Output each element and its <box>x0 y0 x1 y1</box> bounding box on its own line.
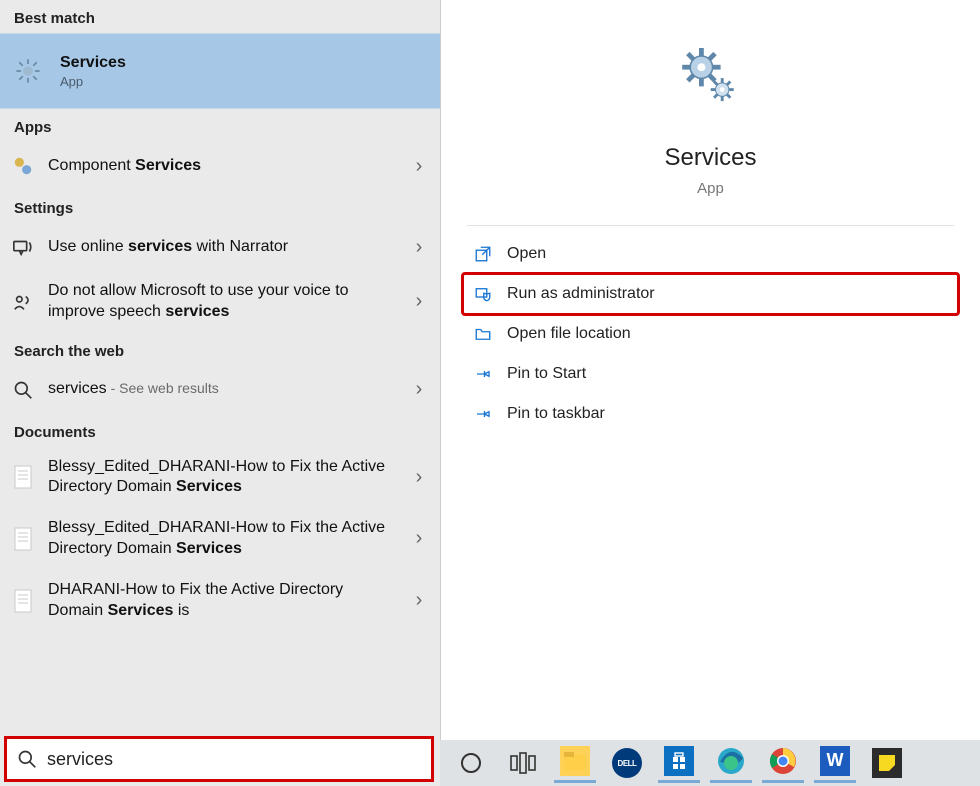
web-search-item[interactable]: services - See web results › <box>0 366 440 414</box>
best-match-item[interactable]: Services App <box>0 33 440 109</box>
folder-icon <box>473 324 493 344</box>
document-icon <box>10 588 36 614</box>
divider <box>467 225 954 226</box>
web-search-label: services - See web results <box>48 379 398 400</box>
pin-start-icon <box>473 364 493 384</box>
taskbar-ms-store[interactable] <box>658 743 700 783</box>
chevron-right-icon: › <box>410 527 428 550</box>
setting-speech-services[interactable]: Do not allow Microsoft to use your voice… <box>0 271 440 333</box>
taskbar-edge[interactable] <box>710 743 752 783</box>
web-header: Search the web <box>0 333 440 366</box>
best-match-sub: App <box>60 74 126 89</box>
taskbar-file-explorer[interactable] <box>554 743 596 783</box>
document-result[interactable]: Blessy_Edited_DHARANI-How to Fix the Act… <box>0 508 440 570</box>
action-admin[interactable]: Run as administrator <box>463 274 958 314</box>
apps-header: Apps <box>0 109 440 142</box>
services-icon <box>14 57 42 85</box>
taskbar-sticky-notes[interactable] <box>866 743 908 783</box>
app-result-component-services[interactable]: Component Services › <box>0 142 440 190</box>
speech-privacy-icon <box>10 289 36 315</box>
services-large-icon <box>671 40 751 120</box>
taskbar: DELL W <box>440 740 980 786</box>
chevron-right-icon: › <box>410 155 428 178</box>
search-icon <box>17 749 37 769</box>
document-icon <box>10 526 36 552</box>
document-label: DHARANI-How to Fix the Active Directory … <box>48 580 398 622</box>
best-match-text: Services App <box>60 54 126 89</box>
taskbar-word[interactable]: W <box>814 743 856 783</box>
action-open[interactable]: Open <box>463 234 958 274</box>
settings-header: Settings <box>0 190 440 223</box>
taskbar-dell[interactable]: DELL <box>606 743 648 783</box>
action-label: Run as administrator <box>507 285 655 303</box>
action-label: Pin to Start <box>507 365 586 383</box>
document-label: Blessy_Edited_DHARANI-How to Fix the Act… <box>48 457 398 499</box>
document-result[interactable]: DHARANI-How to Fix the Active Directory … <box>0 570 440 632</box>
preview-panel: Services App Open Run as administrator Ope… <box>440 0 980 740</box>
chevron-right-icon: › <box>410 290 428 313</box>
document-result[interactable]: Blessy_Edited_DHARANI-How to Fix the Act… <box>0 447 440 509</box>
results-area: Best match Services App Apps Component S… <box>0 0 440 786</box>
document-icon <box>10 464 36 490</box>
chevron-right-icon: › <box>410 589 428 612</box>
search-icon <box>10 377 36 403</box>
preview-title: Services <box>441 144 980 172</box>
action-folder[interactable]: Open file location <box>463 314 958 354</box>
app-result-label: Component Services <box>48 156 398 177</box>
taskbar-cortana[interactable] <box>450 743 492 783</box>
action-label: Pin to taskbar <box>507 405 605 423</box>
setting-label: Do not allow Microsoft to use your voice… <box>48 281 398 323</box>
action-pin-tb[interactable]: Pin to taskbar <box>463 394 958 434</box>
setting-label: Use online services with Narrator <box>48 237 398 258</box>
action-pin-start[interactable]: Pin to Start <box>463 354 958 394</box>
chevron-right-icon: › <box>410 466 428 489</box>
taskbar-chrome[interactable] <box>762 743 804 783</box>
best-match-header: Best match <box>0 0 440 33</box>
search-input[interactable] <box>47 749 421 770</box>
preview-sub: App <box>441 180 980 197</box>
best-match-title: Services <box>60 54 126 72</box>
setting-narrator-services[interactable]: Use online services with Narrator › <box>0 223 440 271</box>
action-label: Open <box>507 245 546 263</box>
start-search-panel: Best match Services App Apps Component S… <box>0 0 440 786</box>
search-box[interactable] <box>4 736 434 782</box>
chevron-right-icon: › <box>410 378 428 401</box>
pin-tb-icon <box>473 404 493 424</box>
documents-header: Documents <box>0 414 440 447</box>
open-icon <box>473 244 493 264</box>
chevron-right-icon: › <box>410 236 428 259</box>
action-label: Open file location <box>507 325 631 343</box>
narrator-icon <box>10 234 36 260</box>
component-services-icon <box>10 153 36 179</box>
document-label: Blessy_Edited_DHARANI-How to Fix the Act… <box>48 518 398 560</box>
taskbar-task-view[interactable] <box>502 743 544 783</box>
admin-icon <box>473 284 493 304</box>
